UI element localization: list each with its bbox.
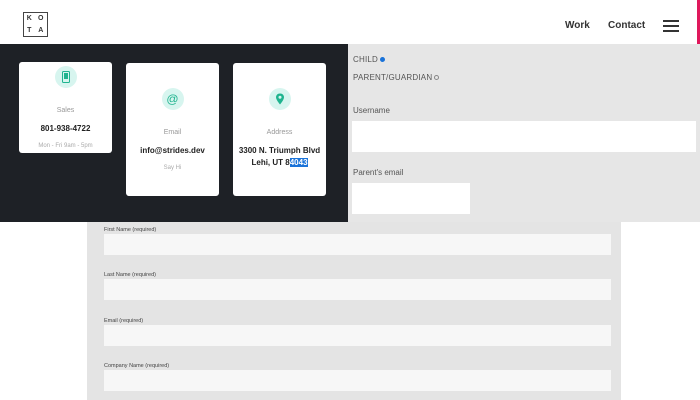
address-line1[interactable]: 3300 N. Triumph Blvd bbox=[233, 146, 326, 155]
sales-phone[interactable]: 801-938-4722 bbox=[19, 124, 112, 133]
nav-link-work[interactable]: Work bbox=[565, 20, 590, 31]
email-card: @ Email info@strides.dev Say Hi bbox=[126, 63, 219, 196]
last-name-input[interactable] bbox=[104, 279, 611, 300]
last-name-label: Last Name (required) bbox=[104, 272, 156, 278]
kota-logo[interactable]: K O T A bbox=[23, 12, 48, 37]
radio-unselected-icon[interactable] bbox=[434, 75, 440, 81]
role-option-child[interactable]: CHILD bbox=[353, 55, 386, 64]
sales-hours: Mon - Fri 9am - 5pm bbox=[38, 143, 93, 149]
logo-letter: T bbox=[27, 26, 33, 34]
map-pin-icon bbox=[268, 88, 291, 110]
email-label: Email bbox=[163, 129, 182, 136]
email-label: Email (required) bbox=[104, 318, 144, 324]
address-line2-text: Lehi, UT 8 bbox=[251, 158, 290, 167]
role-option-label: CHILD bbox=[353, 55, 379, 64]
company-name-label: Company Name (required) bbox=[104, 363, 170, 369]
first-name-label: First Name (required) bbox=[104, 227, 157, 233]
parent-email-label: Parent's email bbox=[353, 168, 404, 177]
radio-selected-icon[interactable] bbox=[380, 57, 386, 63]
email-input[interactable] bbox=[104, 325, 611, 346]
username-label: Username bbox=[353, 106, 390, 115]
sales-label: Sales bbox=[56, 107, 75, 114]
address-line2[interactable]: Lehi, UT 84043 bbox=[233, 158, 326, 167]
site-header: K O T A Work Contact bbox=[0, 0, 700, 44]
phone-icon bbox=[54, 66, 77, 88]
logo-letter: K bbox=[26, 15, 33, 23]
logo-letter: A bbox=[38, 26, 45, 34]
parent-email-input[interactable] bbox=[352, 183, 470, 214]
role-option-parent[interactable]: PARENT/GUARDIAN bbox=[353, 73, 440, 82]
say-hi-text: Say Hi bbox=[163, 165, 182, 171]
selected-zip-text: 4043 bbox=[289, 158, 308, 167]
role-option-label: PARENT/GUARDIAN bbox=[353, 73, 433, 82]
at-sign-icon: @ bbox=[161, 88, 184, 110]
email-address[interactable]: info@strides.dev bbox=[126, 146, 219, 155]
hamburger-menu-icon[interactable] bbox=[663, 20, 679, 32]
nav-link-contact[interactable]: Contact bbox=[608, 20, 645, 31]
address-label: Address bbox=[266, 129, 293, 136]
logo-letter: O bbox=[38, 15, 45, 23]
first-name-input[interactable] bbox=[104, 234, 611, 255]
username-input[interactable] bbox=[352, 121, 696, 152]
company-name-input[interactable] bbox=[104, 370, 611, 391]
address-card: Address 3300 N. Triumph Blvd Lehi, UT 84… bbox=[233, 63, 326, 196]
sales-card: Sales 801-938-4722 Mon - Fri 9am - 5pm bbox=[19, 62, 112, 153]
